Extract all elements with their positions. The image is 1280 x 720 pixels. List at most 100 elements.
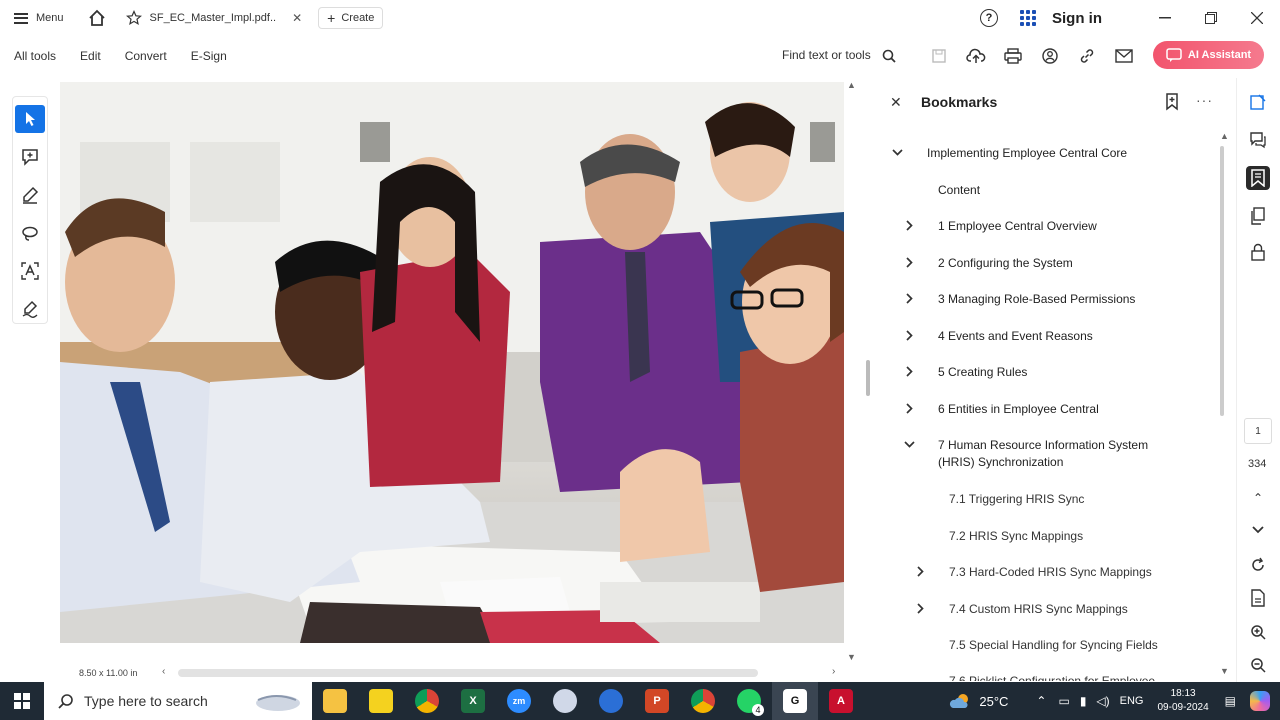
network-icon[interactable]: ▭ xyxy=(1058,694,1069,708)
scroll-right-icon[interactable]: › xyxy=(832,666,835,677)
taskbar-whatsapp[interactable]: 4 xyxy=(726,682,772,720)
upload-cloud-button[interactable] xyxy=(957,42,994,70)
chevron-down-icon[interactable] xyxy=(892,147,903,161)
convert-menu[interactable]: Convert xyxy=(125,49,167,63)
chevron-down-icon[interactable] xyxy=(904,439,915,453)
weather-widget[interactable]: 25°C xyxy=(949,692,1008,710)
taskbar-acrobat[interactable]: A xyxy=(818,682,864,720)
page-number-input[interactable]: 1 xyxy=(1244,418,1272,444)
previous-page-button[interactable]: ⌃ xyxy=(1246,486,1270,510)
bookmark-item[interactable]: 1 Employee Central Overview xyxy=(938,218,1097,235)
taskbar-powerpoint[interactable]: P xyxy=(634,682,680,720)
email-button[interactable] xyxy=(1105,42,1142,70)
bookmark-item[interactable]: 6 Entities in Employee Central xyxy=(938,401,1099,418)
taskbar-zoom[interactable]: zm xyxy=(496,682,542,720)
close-panel-icon[interactable]: ✕ xyxy=(890,94,902,111)
taskbar-app-6[interactable] xyxy=(542,682,588,720)
document-tab[interactable]: SF_EC_Master_Impl.pdf.. ✕ xyxy=(120,5,309,31)
bookmark-item[interactable]: 7.6 Picklist Configuration for Employee xyxy=(949,673,1155,681)
bookmarks-rail-button[interactable] xyxy=(1246,166,1270,190)
create-button[interactable]: + Create xyxy=(318,7,384,29)
close-tab-icon[interactable]: ✕ xyxy=(292,11,302,25)
comment-tool[interactable] xyxy=(15,143,45,171)
copilot-icon[interactable] xyxy=(1250,691,1270,711)
taskbar-chrome[interactable] xyxy=(404,682,450,720)
panel-scroll-down-icon[interactable]: ▼ xyxy=(1220,666,1229,676)
star-icon[interactable] xyxy=(125,10,142,26)
restore-button[interactable] xyxy=(1188,0,1234,36)
protect-rail-button[interactable] xyxy=(1246,240,1270,264)
sign-tool[interactable] xyxy=(15,295,45,323)
chevron-right-icon[interactable] xyxy=(904,293,915,307)
chevron-right-icon[interactable] xyxy=(915,603,926,617)
close-window-button[interactable] xyxy=(1234,0,1280,36)
scroll-down-icon[interactable]: ▼ xyxy=(847,652,856,662)
bookmark-item[interactable]: 7.3 Hard-Coded HRIS Sync Mappings xyxy=(949,564,1152,581)
chevron-right-icon[interactable] xyxy=(904,366,915,380)
bookmark-item[interactable]: 7.2 HRIS Sync Mappings xyxy=(949,528,1083,545)
menu-button[interactable]: Menu xyxy=(14,6,64,30)
language-indicator[interactable]: ENG xyxy=(1120,695,1144,707)
volume-icon[interactable]: ◁) xyxy=(1096,694,1109,708)
taskbar-grammarly[interactable]: G xyxy=(772,682,818,720)
home-button[interactable] xyxy=(86,7,108,29)
taskbar-search[interactable]: Type here to search xyxy=(44,682,312,720)
edit-menu[interactable]: Edit xyxy=(80,49,101,63)
vertical-scrollbar[interactable] xyxy=(866,360,870,396)
scroll-up-icon[interactable]: ▲ xyxy=(847,80,856,90)
start-button[interactable] xyxy=(0,682,44,720)
taskbar-sticky-notes[interactable] xyxy=(358,682,404,720)
bookmark-item[interactable]: 7 Human Resource Information System (HRI… xyxy=(938,437,1178,471)
draw-tool[interactable] xyxy=(15,181,45,209)
rotate-button[interactable] xyxy=(1246,553,1270,577)
esign-menu[interactable]: E-Sign xyxy=(191,49,227,63)
panel-scroll-up-icon[interactable]: ▲ xyxy=(1220,131,1229,141)
sign-in-button[interactable]: Sign in xyxy=(1052,10,1102,27)
clock[interactable]: 18:13 09-09-2024 xyxy=(1158,687,1209,715)
freehand-tool[interactable] xyxy=(15,219,45,247)
add-bookmark-button[interactable] xyxy=(1165,93,1181,116)
chevron-right-icon[interactable] xyxy=(915,566,926,580)
zoom-in-button[interactable] xyxy=(1246,620,1270,644)
chevron-right-icon[interactable] xyxy=(904,403,915,417)
minimize-button[interactable] xyxy=(1142,0,1188,36)
notifications-icon[interactable]: ▤ xyxy=(1225,694,1236,708)
bookmark-item[interactable]: 3 Managing Role-Based Permissions xyxy=(938,291,1135,308)
taskbar-app-7[interactable] xyxy=(588,682,634,720)
pages-rail-button[interactable] xyxy=(1246,204,1270,228)
bookmark-item[interactable]: 7.1 Triggering HRIS Sync xyxy=(949,491,1084,508)
select-tool[interactable] xyxy=(15,105,45,133)
taskbar-chrome-2[interactable] xyxy=(680,682,726,720)
find-text-button[interactable]: Find text or tools xyxy=(782,48,896,63)
bookmark-item[interactable]: 5 Creating Rules xyxy=(938,364,1027,381)
page-fit-button[interactable] xyxy=(1246,586,1270,610)
apps-grid-icon[interactable] xyxy=(1020,10,1036,26)
chevron-right-icon[interactable] xyxy=(904,330,915,344)
next-page-button[interactable] xyxy=(1246,518,1270,542)
horizontal-scrollbar[interactable] xyxy=(178,669,758,677)
edit-pdf-rail-button[interactable] xyxy=(1246,90,1270,114)
bookmark-item[interactable]: 7.4 Custom HRIS Sync Mappings xyxy=(949,601,1128,618)
chevron-right-icon[interactable] xyxy=(904,220,915,234)
bookmark-item[interactable]: 2 Configuring the System xyxy=(938,255,1073,272)
bookmark-item[interactable]: Content xyxy=(938,182,980,199)
help-icon[interactable]: ? xyxy=(980,9,998,27)
link-button[interactable] xyxy=(1068,42,1105,70)
text-recognition-tool[interactable] xyxy=(15,257,45,285)
battery-icon[interactable]: ▮ xyxy=(1080,694,1087,708)
taskbar-excel[interactable]: X xyxy=(450,682,496,720)
more-options-icon[interactable]: ··· xyxy=(1196,92,1213,108)
ai-assistant-button[interactable]: AI Assistant xyxy=(1153,41,1264,69)
save-button[interactable] xyxy=(920,42,957,70)
share-button[interactable] xyxy=(1031,42,1068,70)
print-button[interactable] xyxy=(994,42,1031,70)
panel-scrollbar[interactable] xyxy=(1220,146,1224,416)
comments-rail-button[interactable] xyxy=(1246,128,1270,152)
bookmark-item[interactable]: Implementing Employee Central Core xyxy=(927,145,1127,162)
bookmark-item[interactable]: 7.5 Special Handling for Syncing Fields xyxy=(949,637,1158,654)
chevron-right-icon[interactable] xyxy=(904,257,915,271)
all-tools-menu[interactable]: All tools xyxy=(14,49,56,63)
zoom-out-button[interactable] xyxy=(1246,653,1270,677)
bookmark-item[interactable]: 4 Events and Event Reasons xyxy=(938,328,1093,345)
taskbar-file-explorer[interactable] xyxy=(312,682,358,720)
